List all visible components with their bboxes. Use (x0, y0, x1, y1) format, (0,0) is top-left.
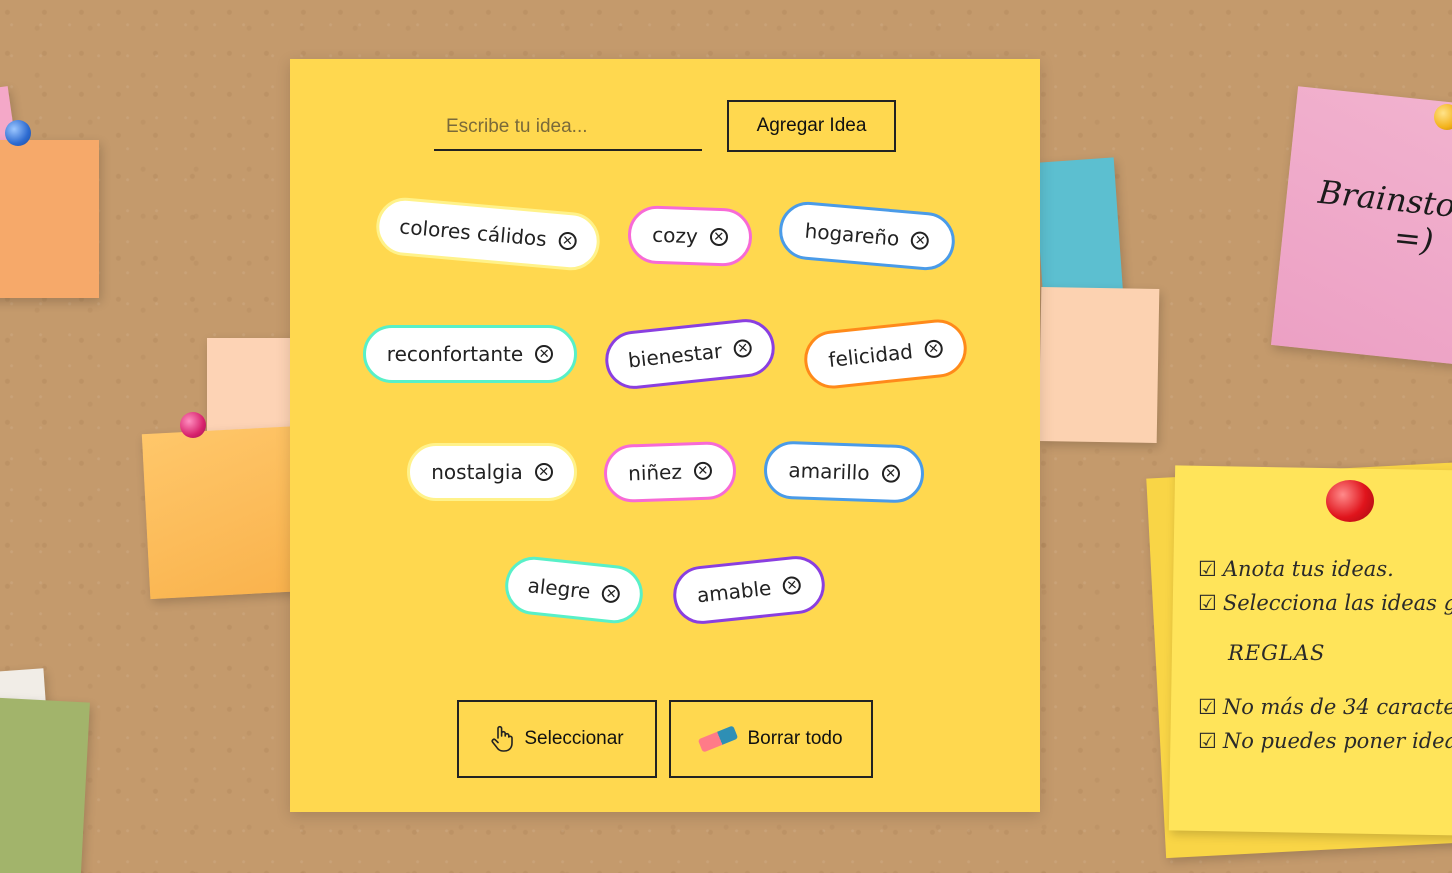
select-button[interactable]: Seleccionar (457, 700, 657, 778)
idea-input[interactable] (434, 105, 702, 151)
sticky-note-orange (0, 140, 99, 298)
circle-x-icon[interactable]: ✕ (601, 584, 622, 604)
idea-chip-label: niñez (627, 459, 683, 486)
clear-all-button-label: Borrar todo (747, 728, 843, 749)
idea-chip-label: cozy (651, 222, 699, 249)
sticky-note-yellow-orange (141, 425, 311, 600)
circle-x-icon[interactable]: ✕ (535, 345, 554, 363)
idea-chip[interactable]: nostalgia ✕ (407, 443, 577, 501)
checkbox-checked-icon: ☑ (1198, 695, 1217, 719)
idea-board: Agregar Idea colores cálidos ✕ cozy ✕ ho… (290, 59, 1040, 812)
idea-chip[interactable]: hogareño ✕ (776, 199, 958, 273)
circle-x-icon[interactable]: ✕ (557, 231, 578, 251)
circle-x-icon[interactable]: ✕ (881, 464, 900, 483)
idea-chip-label: bienestar (626, 338, 724, 373)
hand-pointer-icon (490, 725, 514, 753)
rule-item: ☑No puedes poner ideas v (1198, 729, 1452, 753)
pushpin-red-icon (1326, 480, 1374, 522)
idea-chip[interactable]: alegre ✕ (502, 553, 646, 627)
idea-chip[interactable]: cozy ✕ (627, 204, 753, 268)
sticky-note-green (0, 697, 90, 873)
rules-heading: REGLAS (1228, 641, 1326, 665)
circle-x-icon[interactable]: ✕ (910, 230, 930, 251)
idea-chip[interactable]: niñez ✕ (603, 440, 737, 504)
clear-all-button[interactable]: Borrar todo (669, 700, 873, 778)
checkbox-checked-icon: ☑ (1198, 557, 1217, 581)
rule-item: ☑Selecciona las ideas gan (1198, 591, 1452, 615)
circle-x-icon[interactable]: ✕ (732, 338, 753, 359)
idea-chip[interactable]: amarillo ✕ (763, 440, 925, 504)
idea-chip-label: alegre (526, 573, 592, 604)
rule-item: ☑ Anota tus ideas. (1198, 557, 1394, 581)
rules-list: ☑ Anota tus ideas. ☑ Selecciona las ideas … (1198, 552, 1452, 758)
pushpin-magenta-icon (180, 412, 206, 438)
idea-chip[interactable]: felicidad ✕ (801, 316, 970, 392)
idea-chip-label: felicidad (827, 339, 914, 372)
idea-chip-label: hogareño (803, 218, 901, 251)
circle-x-icon[interactable]: ✕ (709, 227, 729, 247)
circle-x-icon[interactable]: ✕ (534, 463, 553, 481)
idea-chip-label: reconfortante (386, 342, 524, 366)
circle-x-icon[interactable]: ✕ (782, 575, 802, 596)
circle-x-icon[interactable]: ✕ (923, 339, 944, 359)
checkbox-checked-icon: ☑ (1198, 591, 1217, 615)
checkbox-checked-icon: ☑ (1198, 729, 1217, 753)
idea-chip[interactable]: amable ✕ (670, 553, 828, 627)
idea-chip[interactable]: reconfortante ✕ (363, 325, 577, 383)
idea-chip[interactable]: colores cálidos ✕ (373, 195, 603, 273)
idea-chip-label: colores cálidos (398, 214, 548, 252)
sticky-note-peach-right (1038, 286, 1160, 444)
add-idea-button[interactable]: Agregar Idea (727, 100, 896, 152)
rule-item: ☑No más de 34 caractere (1198, 695, 1452, 719)
eraser-icon (698, 725, 739, 753)
pushpin-blue-icon (5, 120, 31, 146)
idea-chip-label: nostalgia (431, 460, 523, 484)
idea-chip[interactable]: bienestar ✕ (602, 316, 778, 392)
idea-chip-label: amarillo (788, 458, 870, 485)
circle-x-icon[interactable]: ✕ (693, 461, 713, 481)
select-button-label: Seleccionar (524, 728, 624, 749)
idea-chip-label: amable (695, 575, 773, 608)
